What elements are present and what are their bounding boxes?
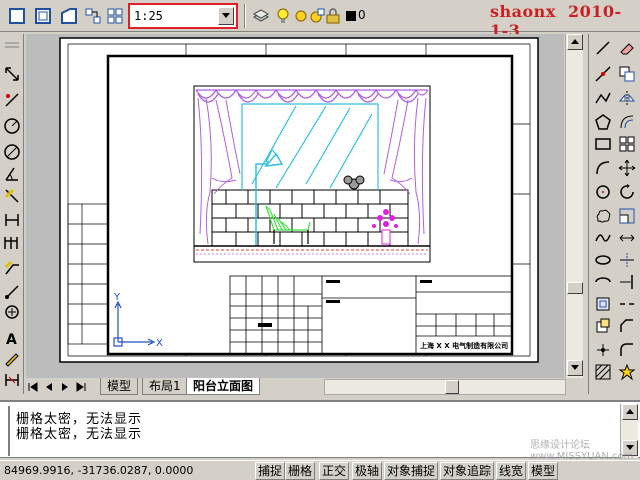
viewport-grid-icon[interactable] [104, 5, 126, 27]
dimension-linear-icon[interactable] [2, 64, 22, 84]
line-icon[interactable] [593, 38, 613, 58]
site-watermark: 思缘设计论坛 www.MISSYUAN.com [530, 440, 634, 462]
command-line-grip[interactable] [2, 406, 10, 456]
make-block-icon[interactable] [593, 316, 613, 336]
scale-value: 1:25 [134, 9, 163, 23]
rotate-icon[interactable] [617, 182, 637, 202]
top-toolbar: 1:25 0 shaonx 2010-1-3 [0, 0, 640, 40]
arc-icon[interactable] [593, 158, 613, 178]
command-history-line: 栅格太密，无法显示 [16, 427, 143, 442]
array-icon[interactable] [617, 134, 637, 154]
ellipse-arc-icon[interactable] [593, 272, 613, 292]
vertical-scrollbar[interactable] [565, 34, 583, 378]
scale-icon[interactable] [617, 206, 637, 226]
offset-icon[interactable] [617, 112, 637, 132]
fillet-icon[interactable] [617, 340, 637, 360]
edit-text-icon[interactable] [2, 348, 22, 368]
cursor-coordinates: 84969.9916, -31736.0287, 0.0000 [4, 464, 194, 477]
viewport-single-icon[interactable] [6, 5, 28, 27]
svg-text:A: A [6, 332, 17, 347]
dimension-baseline-icon[interactable] [2, 210, 22, 230]
polygon-icon[interactable] [593, 112, 613, 132]
layout-tabs-bar: 模型 布局1 阳台立面图 [24, 378, 566, 396]
first-tab-icon[interactable] [26, 380, 40, 394]
explode-icon[interactable] [617, 362, 637, 382]
polar-toggle[interactable]: 极轴 [352, 462, 383, 480]
viewport-object-icon[interactable] [58, 5, 80, 27]
revision-cloud-icon[interactable] [593, 206, 613, 226]
right-tool-palette [588, 34, 640, 394]
mirror-icon[interactable] [617, 88, 637, 108]
dimension-angular-icon[interactable] [2, 164, 22, 184]
chamfer-icon[interactable] [617, 316, 637, 336]
scroll-up-icon[interactable] [567, 34, 583, 50]
tab-model[interactable]: 模型 [100, 378, 139, 395]
last-tab-icon[interactable] [74, 380, 88, 394]
toolbar-divider [244, 4, 246, 28]
scroll-down-icon[interactable] [567, 360, 583, 376]
dimension-continue-icon[interactable] [2, 232, 22, 252]
ortho-toggle[interactable]: 正交 [319, 462, 350, 480]
copy-icon[interactable] [617, 64, 637, 84]
company-name: 上海 X X 电气制造有限公司 [420, 341, 508, 350]
ellipse-icon[interactable] [593, 250, 613, 270]
current-layer-name: 0 [358, 8, 366, 22]
otrack-toggle[interactable]: 对象追踪 [440, 462, 495, 480]
viewport-scale-select[interactable]: 1:25 [128, 3, 238, 29]
rectangle-icon[interactable] [593, 134, 613, 154]
insert-block-icon[interactable] [593, 294, 613, 314]
spline-icon[interactable] [593, 228, 613, 248]
hatch-icon[interactable] [593, 362, 613, 382]
lineweight-toggle[interactable]: 线宽 [496, 462, 527, 480]
chevron-down-icon[interactable] [218, 7, 234, 25]
leader-icon[interactable] [2, 258, 22, 278]
polyline-icon[interactable] [593, 88, 613, 108]
status-bar: 84969.9916, -31736.0287, 0.0000 捕捉 栅格 正交… [0, 460, 640, 480]
circle-icon[interactable] [593, 182, 613, 202]
viewport-clip-icon[interactable] [82, 5, 104, 27]
point-icon[interactable] [593, 340, 613, 360]
dimension-diameter-icon[interactable] [2, 142, 22, 162]
model-paper-toggle[interactable]: 模型 [528, 462, 559, 480]
ucs-y-label: Y [113, 292, 121, 303]
scroll-up-icon[interactable] [622, 404, 638, 420]
center-mark-icon[interactable] [2, 302, 22, 322]
drawing-canvas[interactable]: 上海 X X 电气制造有限公司 Y X [26, 34, 564, 378]
dimension-radius-icon[interactable] [2, 116, 22, 136]
toolbar-grip[interactable] [2, 38, 22, 58]
horizontal-scrollbar[interactable] [324, 379, 566, 395]
viewport-polygon-icon[interactable] [32, 5, 54, 27]
paper-space-drawing: 上海 X X 电气制造有限公司 Y X [59, 37, 539, 363]
tolerance-icon[interactable] [2, 282, 22, 302]
tab-balcony-elevation[interactable]: 阳台立面图 [186, 378, 261, 395]
grid-toggle[interactable]: 栅格 [285, 462, 316, 480]
dimension-update-icon[interactable] [2, 370, 22, 390]
ucs-x-label: X [156, 338, 163, 349]
tab-layout1[interactable]: 布局1 [142, 378, 188, 395]
dimension-aligned-icon[interactable] [2, 90, 22, 110]
break-icon[interactable] [617, 294, 637, 314]
construction-line-icon[interactable] [593, 64, 613, 84]
balcony-elevation-view [193, 85, 431, 263]
text-style-icon[interactable]: A [2, 328, 22, 348]
autocad-window: 1:25 0 shaonx 2010-1-3 A 上海 X X 电气制造有限公司… [0, 0, 640, 480]
osnap-toggle[interactable]: 对象捕捉 [384, 462, 439, 480]
extend-icon[interactable] [617, 272, 637, 292]
next-tab-icon[interactable] [58, 380, 72, 394]
left-tool-palette: A [0, 34, 24, 394]
erase-icon[interactable] [617, 38, 637, 58]
stretch-icon[interactable] [617, 228, 637, 248]
horizontal-scroll-thumb[interactable] [445, 380, 459, 394]
quick-dimension-icon[interactable] [2, 186, 22, 206]
watermark-name: shaonx [490, 2, 556, 21]
previous-tab-icon[interactable] [42, 380, 56, 394]
vertical-scroll-thumb[interactable] [567, 282, 583, 294]
layer-manager-icon[interactable] [250, 5, 272, 27]
trim-icon[interactable] [617, 250, 637, 270]
move-icon[interactable] [617, 158, 637, 178]
snap-toggle[interactable]: 捕捉 [255, 462, 286, 480]
